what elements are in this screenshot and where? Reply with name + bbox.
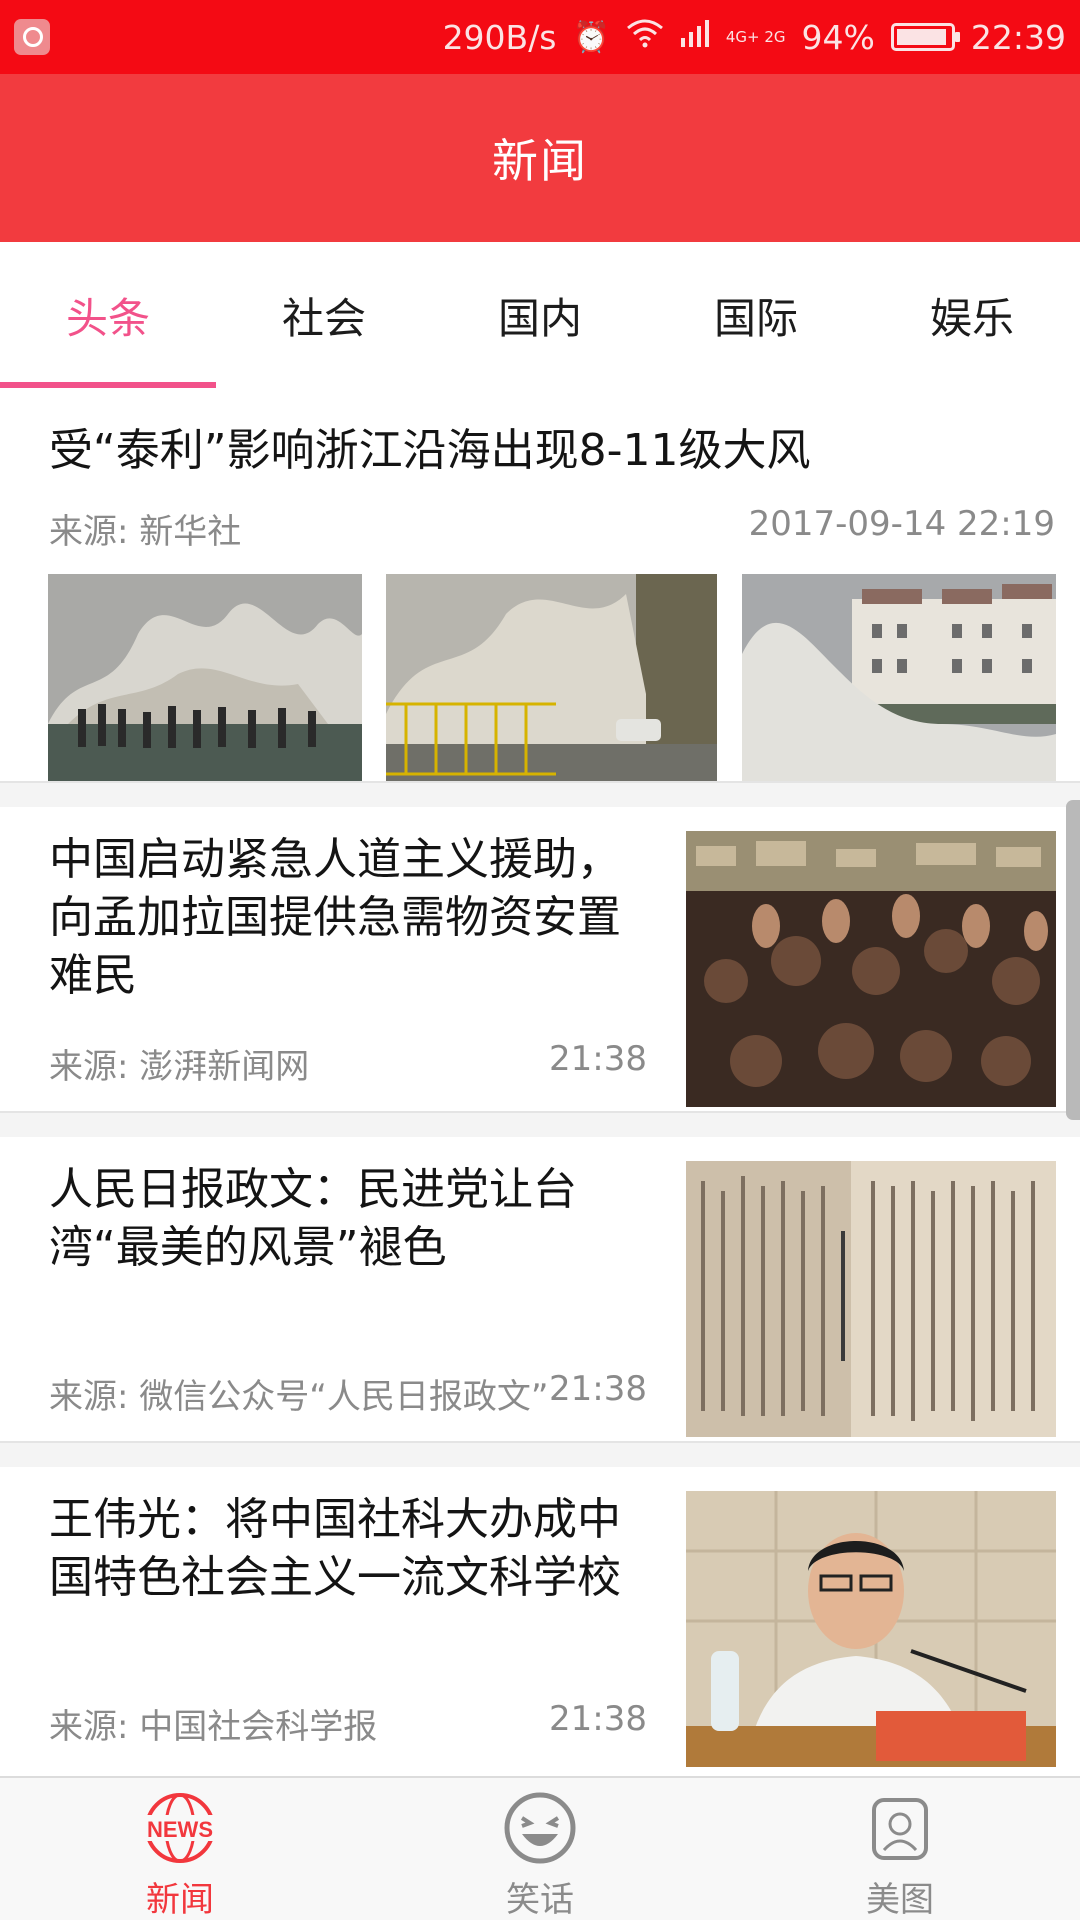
signal-icon xyxy=(680,18,710,56)
speaker-at-podium-photo xyxy=(686,1491,1056,1767)
old-book-pages-photo xyxy=(686,1161,1056,1437)
search-app-icon xyxy=(14,19,50,55)
tab-domestic[interactable]: 国内 xyxy=(432,242,648,388)
news-card-top[interactable]: 受“泰利”影响浙江沿海出现8-11级大风 来源: 新华社 2017-09-14 … xyxy=(0,388,1080,781)
news-image-strip xyxy=(48,574,1056,781)
clock: 22:39 xyxy=(970,17,1066,57)
news-time: 21:38 xyxy=(549,1039,647,1079)
typhoon-waves-buildings-photo xyxy=(742,574,1056,781)
battery-percent: 94% xyxy=(801,17,875,57)
nav-jokes-label: 笑话 xyxy=(506,1880,574,1920)
page-title: 新闻 xyxy=(492,134,588,188)
news-source: 来源: 中国社会科学报 xyxy=(49,1707,378,1747)
news-title: 中国启动紧急人道主义援助，向孟加拉国提供急需物资安置难民 xyxy=(49,834,621,1001)
news-time: 21:38 xyxy=(549,1369,647,1409)
feed-divider xyxy=(0,781,1080,807)
tab-headlines[interactable]: 头条 xyxy=(0,242,216,388)
news-globe-icon: NEWS xyxy=(140,1788,220,1868)
nav-pictures[interactable]: 美图 xyxy=(720,1778,1080,1920)
picture-frame-icon xyxy=(860,1788,940,1868)
wifi-icon xyxy=(626,18,664,56)
typhoon-waves-crowd-photo xyxy=(48,574,362,781)
battery-icon xyxy=(890,23,960,51)
news-card[interactable]: 中国启动紧急人道主义援助，向孟加拉国提供急需物资安置难民 来源: 澎湃新闻网 2… xyxy=(0,807,1080,1111)
tab-entertainment[interactable]: 娱乐 xyxy=(864,242,1080,388)
alarm-icon: ⏰ xyxy=(572,19,610,55)
news-card[interactable]: 人民日报政文：民进党让台湾“最美的风景”褪色 来源: 微信公众号“人民日报政文”… xyxy=(0,1137,1080,1441)
news-title: 受“泰利”影响浙江沿海出现8-11级大风 xyxy=(49,425,811,476)
network-speed: 290B/s xyxy=(442,17,557,57)
feed-divider xyxy=(0,1111,1080,1137)
news-time: 2017-09-14 22:19 xyxy=(748,504,1055,544)
refugee-crowd-photo xyxy=(686,831,1056,1107)
nav-jokes[interactable]: 笑话 xyxy=(360,1778,720,1920)
app-header: 新闻 xyxy=(0,74,1080,242)
news-feed[interactable]: 受“泰利”影响浙江沿海出现8-11级大风 来源: 新华社 2017-09-14 … xyxy=(0,388,1080,1776)
typhoon-waves-car-photo xyxy=(386,574,717,781)
status-bar: 290B/s ⏰ 4G+ 2G 94% 22:39 xyxy=(0,0,1080,74)
tab-international[interactable]: 国际 xyxy=(648,242,864,388)
feed-scrollbar[interactable] xyxy=(1066,800,1080,1120)
news-title: 王伟光：将中国社科大办成中国特色社会主义一流文科学校 xyxy=(49,1494,621,1603)
news-source: 来源: 澎湃新闻网 xyxy=(49,1047,310,1087)
news-source: 来源: 新华社 xyxy=(49,512,242,552)
category-tabs: 头条 社会 国内 国际 娱乐 xyxy=(0,242,1080,388)
tab-society[interactable]: 社会 xyxy=(216,242,432,388)
news-card[interactable]: 王伟光：将中国社科大办成中国特色社会主义一流文科学校 来源: 中国社会科学报 2… xyxy=(0,1467,1080,1771)
bottom-navigation: NEWS 新闻 笑话 美图 xyxy=(0,1776,1080,1920)
nav-news[interactable]: NEWS 新闻 xyxy=(0,1778,360,1920)
news-title: 人民日报政文：民进党让台湾“最美的风景”褪色 xyxy=(49,1164,577,1273)
nav-news-label: 新闻 xyxy=(146,1880,214,1920)
feed-divider xyxy=(0,1441,1080,1467)
laughing-face-icon xyxy=(500,1788,580,1868)
network-type: 4G+ 2G xyxy=(725,27,786,46)
status-icons: 290B/s ⏰ 4G+ 2G 94% 22:39 xyxy=(443,0,1066,74)
nav-pictures-label: 美图 xyxy=(866,1880,934,1920)
svg-text:NEWS: NEWS xyxy=(147,1817,213,1842)
news-source: 来源: 微信公众号“人民日报政文” xyxy=(49,1377,549,1417)
news-time: 21:38 xyxy=(549,1699,647,1739)
